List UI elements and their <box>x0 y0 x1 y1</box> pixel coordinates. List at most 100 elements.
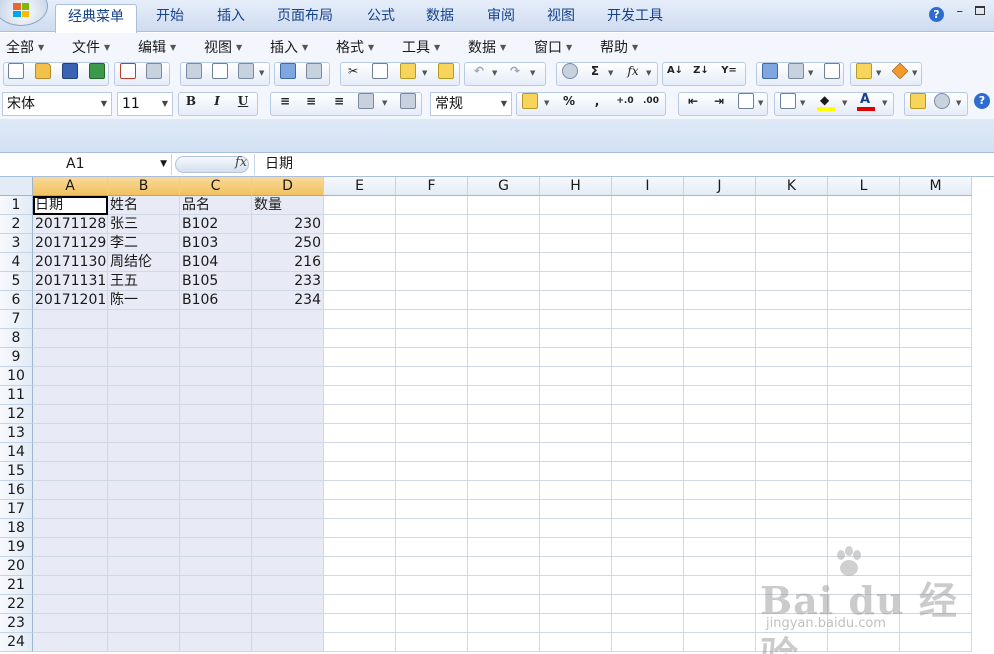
cell-m6[interactable] <box>900 291 972 310</box>
cell-a1[interactable]: 日期 <box>33 196 108 215</box>
cell-g10[interactable] <box>468 367 540 386</box>
cell-g11[interactable] <box>468 386 540 405</box>
cell-g17[interactable] <box>468 500 540 519</box>
cell-a18[interactable] <box>33 519 108 538</box>
cell-i2[interactable] <box>612 215 684 234</box>
cell-d14[interactable] <box>252 443 324 462</box>
cell-g14[interactable] <box>468 443 540 462</box>
cell-f4[interactable] <box>396 253 468 272</box>
cell-a3[interactable]: 20171129 <box>33 234 108 253</box>
row-header-16[interactable]: 16 <box>0 481 33 500</box>
cell-a7[interactable] <box>33 310 108 329</box>
cell-m1[interactable] <box>900 196 972 215</box>
cell-d3[interactable]: 250 <box>252 234 324 253</box>
cell-h4[interactable] <box>540 253 612 272</box>
zoom-icon[interactable] <box>934 93 950 109</box>
cell-l10[interactable] <box>828 367 900 386</box>
paste-icon[interactable] <box>400 63 416 79</box>
cell-m14[interactable] <box>900 443 972 462</box>
row-header-11[interactable]: 11 <box>0 386 33 405</box>
chevron-down-icon[interactable]: ▼ <box>259 69 264 77</box>
cell-l19[interactable] <box>828 538 900 557</box>
cell-e12[interactable] <box>324 405 396 424</box>
cell-c14[interactable] <box>180 443 252 462</box>
export-icon[interactable] <box>89 63 105 79</box>
column-header-l[interactable]: L <box>828 177 900 196</box>
cell-i14[interactable] <box>612 443 684 462</box>
cell-g21[interactable] <box>468 576 540 595</box>
cell-b14[interactable] <box>108 443 180 462</box>
cell-k20[interactable] <box>756 557 828 576</box>
chevron-down-icon[interactable]: ▼ <box>422 69 427 77</box>
cell-style-icon[interactable] <box>738 93 754 109</box>
column-header-f[interactable]: F <box>396 177 468 196</box>
cell-l12[interactable] <box>828 405 900 424</box>
cell-g23[interactable] <box>468 614 540 633</box>
cell-e19[interactable] <box>324 538 396 557</box>
column-header-i[interactable]: I <box>612 177 684 196</box>
cell-m11[interactable] <box>900 386 972 405</box>
chevron-down-icon[interactable]: ▼ <box>876 69 881 77</box>
tab-classic-menu[interactable]: 经典菜单 <box>55 4 137 33</box>
bold-button[interactable]: B <box>182 93 200 109</box>
cell-i5[interactable] <box>612 272 684 291</box>
grid-icon[interactable] <box>824 63 840 79</box>
cell-b9[interactable] <box>108 348 180 367</box>
cell-g7[interactable] <box>468 310 540 329</box>
cell-f14[interactable] <box>396 443 468 462</box>
cell-g19[interactable] <box>468 538 540 557</box>
cell-h24[interactable] <box>540 633 612 652</box>
cell-f9[interactable] <box>396 348 468 367</box>
cell-m23[interactable] <box>900 614 972 633</box>
cell-g20[interactable] <box>468 557 540 576</box>
cell-e17[interactable] <box>324 500 396 519</box>
cell-a12[interactable] <box>33 405 108 424</box>
formula-input[interactable]: 日期 <box>254 154 994 175</box>
cell-d13[interactable] <box>252 424 324 443</box>
help-icon[interactable]: ? <box>974 93 990 109</box>
cell-i11[interactable] <box>612 386 684 405</box>
menu-data[interactable]: 数据 ▼ <box>468 37 506 57</box>
cell-g9[interactable] <box>468 348 540 367</box>
row-header-12[interactable]: 12 <box>0 405 33 424</box>
cell-e6[interactable] <box>324 291 396 310</box>
cell-c23[interactable] <box>180 614 252 633</box>
cell-j14[interactable] <box>684 443 756 462</box>
tab-insert[interactable]: 插入 <box>205 4 257 32</box>
cell-k15[interactable] <box>756 462 828 481</box>
column-header-j[interactable]: J <box>684 177 756 196</box>
column-header-k[interactable]: K <box>756 177 828 196</box>
row-header-17[interactable]: 17 <box>0 500 33 519</box>
chevron-down-icon[interactable]: ▼ <box>758 99 763 107</box>
column-header-g[interactable]: G <box>468 177 540 196</box>
cell-d7[interactable] <box>252 310 324 329</box>
column-header-a[interactable]: A <box>33 177 108 196</box>
italic-button[interactable]: I <box>208 93 226 109</box>
cell-k9[interactable] <box>756 348 828 367</box>
tab-developer[interactable]: 开发工具 <box>595 4 675 32</box>
autosum-icon[interactable]: Σ <box>586 63 604 79</box>
cell-h5[interactable] <box>540 272 612 291</box>
row-header-2[interactable]: 2 <box>0 215 33 234</box>
column-header-h[interactable]: H <box>540 177 612 196</box>
cell-b18[interactable] <box>108 519 180 538</box>
row-header-21[interactable]: 21 <box>0 576 33 595</box>
cell-c12[interactable] <box>180 405 252 424</box>
cell-e2[interactable] <box>324 215 396 234</box>
cell-h22[interactable] <box>540 595 612 614</box>
cell-i3[interactable] <box>612 234 684 253</box>
insert-function-icon[interactable]: fx <box>624 63 642 79</box>
cell-l6[interactable] <box>828 291 900 310</box>
cell-d15[interactable] <box>252 462 324 481</box>
cell-i24[interactable] <box>612 633 684 652</box>
cell-j7[interactable] <box>684 310 756 329</box>
cell-e20[interactable] <box>324 557 396 576</box>
cell-b21[interactable] <box>108 576 180 595</box>
cell-k5[interactable] <box>756 272 828 291</box>
cell-f20[interactable] <box>396 557 468 576</box>
row-header-10[interactable]: 10 <box>0 367 33 386</box>
cell-a6[interactable]: 20171201 <box>33 291 108 310</box>
row-header-22[interactable]: 22 <box>0 595 33 614</box>
cell-h9[interactable] <box>540 348 612 367</box>
cell-m9[interactable] <box>900 348 972 367</box>
